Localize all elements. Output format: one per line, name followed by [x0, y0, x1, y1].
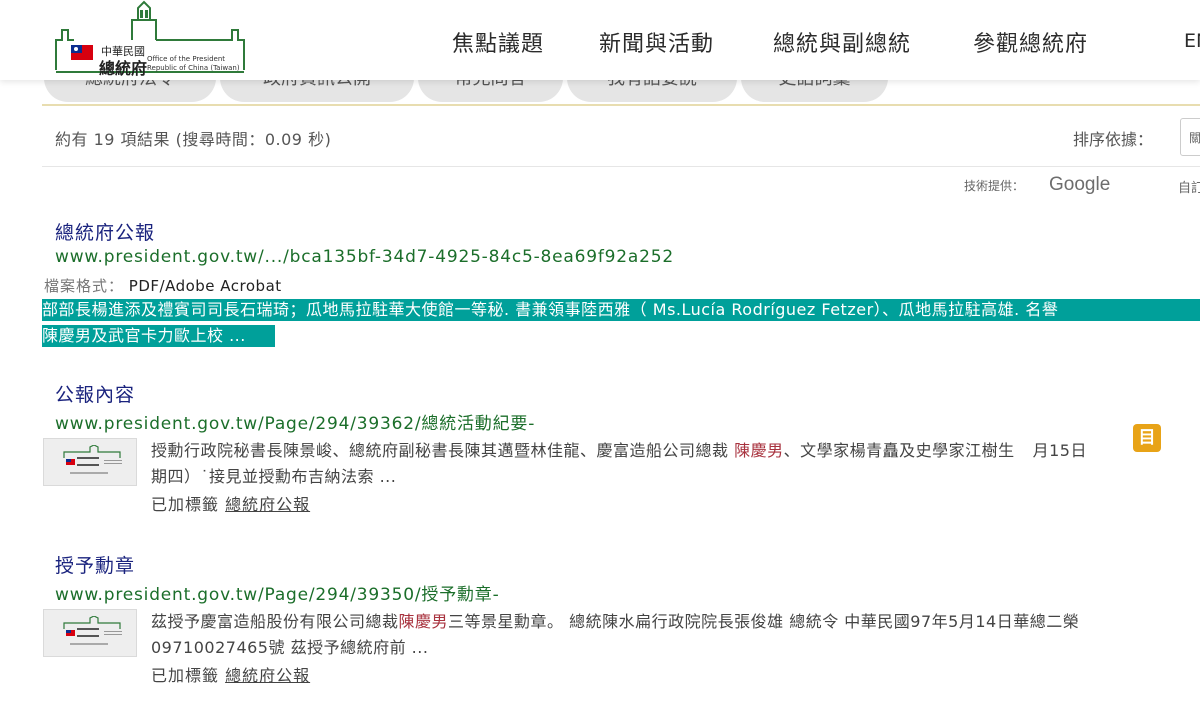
- google-logo: Google: [1049, 174, 1111, 195]
- nav-focus-issues[interactable]: 焦點議題: [452, 26, 544, 58]
- nav-news-events[interactable]: 新聞與活動: [599, 26, 714, 58]
- site-header: 中華民國 總統府 Office of the President Republi…: [0, 0, 1200, 80]
- result-snippet-line2: 09710027465號 茲授予總統府前 ...: [151, 638, 429, 657]
- file-format-label: 檔案格式：: [44, 277, 125, 295]
- overlay-app-icon[interactable]: 目: [1133, 424, 1161, 452]
- result-stats: 約有 19 項結果 (搜尋時間：0.09 秒): [55, 130, 332, 149]
- result-title[interactable]: 總統府公報: [55, 218, 155, 245]
- tag-link[interactable]: 總統府公報: [225, 666, 310, 685]
- result-tags: 已加標籤 總統府公報: [151, 666, 311, 685]
- file-format-value: PDF/Adobe Acrobat: [128, 277, 282, 295]
- thumbnail-flag-icon: [66, 459, 75, 465]
- results-divider: [42, 166, 1200, 167]
- result-snippet-line1: 茲授予慶富造船股份有限公司總裁陳慶男三等景星勳章。 總統陳水扁行政院院長張俊雄 …: [151, 612, 1080, 631]
- logo-en-line1: Office of the President: [147, 55, 225, 63]
- sort-label: 排序依據：: [1073, 130, 1154, 149]
- logo-en-line2: Republic of China (Taiwan): [147, 64, 240, 72]
- result-file-format: 檔案格式： PDF/Adobe Acrobat: [44, 275, 282, 296]
- tag-link[interactable]: 總統府公報: [225, 495, 310, 514]
- result-tags: 已加標籤 總統府公報: [151, 495, 311, 514]
- result-snippet-highlighted-line2: 陳慶男及武官卡力歐上校 ...: [42, 325, 275, 347]
- result-url: www.president.gov.tw/.../bca135bf-34d7-4…: [55, 247, 674, 267]
- result-snippet-line2: 期四）˙接見並授勳布吉納法索 ...: [151, 467, 397, 486]
- nav-visit-office[interactable]: 參觀總統府: [973, 26, 1088, 58]
- result-snippet-line1: 授勳行政院秘書長陳景峻、總統府副秘書長陳其邁暨林佳龍、慶富造船公司總裁 陳慶男、…: [151, 441, 1087, 460]
- logo-zh-main: 總統府: [99, 59, 148, 78]
- result-url: www.president.gov.tw/Page/294/39350/授予勳章…: [55, 585, 500, 605]
- thumbnail-flag-icon: [66, 630, 75, 636]
- powered-by-label: 技術提供：: [964, 179, 1025, 193]
- result-title[interactable]: 授予勳章: [55, 551, 135, 578]
- nav-language-en[interactable]: EN: [1184, 30, 1200, 52]
- result-snippet-highlighted-line1: 部部長楊進添及禮賓司司長石瑞琦；瓜地馬拉駐華大使館一等秘. 書兼領事陸西雅（ M…: [42, 299, 1200, 321]
- president-office-logo[interactable]: 中華民國 總統府 Office of the President Republi…: [52, 0, 247, 80]
- custom-search-label[interactable]: 自訂: [1178, 177, 1200, 196]
- highlight-name: 陳慶男: [734, 441, 784, 460]
- nav-president-vp[interactable]: 總統與副總統: [773, 26, 911, 58]
- result-thumbnail[interactable]: [43, 438, 137, 486]
- result-title[interactable]: 公報內容: [55, 380, 135, 407]
- result-url: www.president.gov.tw/Page/294/39362/總統活動…: [55, 414, 536, 434]
- result-thumbnail[interactable]: [43, 609, 137, 657]
- roc-flag-icon: [71, 45, 93, 60]
- gold-divider: [42, 104, 1200, 106]
- highlight-name: 陳慶男: [398, 612, 449, 631]
- sort-select[interactable]: 關聯: [1180, 118, 1200, 156]
